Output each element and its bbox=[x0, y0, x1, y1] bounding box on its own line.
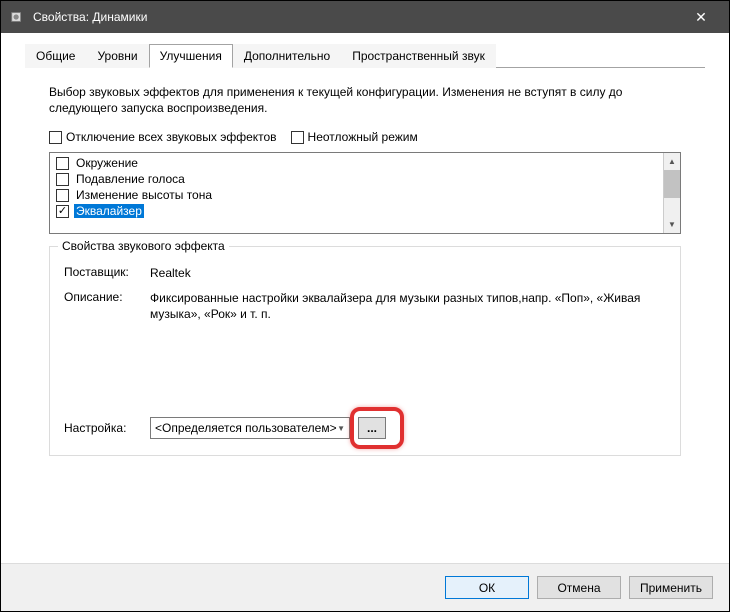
close-button[interactable]: ✕ bbox=[681, 1, 721, 33]
setting-label: Настройка: bbox=[64, 421, 150, 435]
enhancements-description: Выбор звуковых эффектов для применения к… bbox=[49, 84, 681, 116]
effect-pitch[interactable]: Изменение высоты тона bbox=[50, 187, 663, 203]
titlebar: Свойства: Динамики ✕ bbox=[1, 1, 729, 33]
scroll-track[interactable] bbox=[664, 170, 680, 216]
effect-equalizer[interactable]: Эквалайзер bbox=[50, 203, 663, 219]
tab-advanced[interactable]: Дополнительно bbox=[233, 44, 341, 68]
disable-all-effects-label: Отключение всех звуковых эффектов bbox=[66, 130, 277, 144]
scroll-down-button[interactable]: ▼ bbox=[664, 216, 680, 233]
effect-pitch-label: Изменение высоты тона bbox=[74, 188, 214, 202]
speaker-icon bbox=[9, 9, 25, 25]
effect-equalizer-checkbox[interactable] bbox=[56, 205, 69, 218]
disable-all-effects-checkbox[interactable] bbox=[49, 131, 62, 144]
chevron-down-icon: ▼ bbox=[337, 424, 345, 433]
effects-scrollbar[interactable]: ▲ ▼ bbox=[663, 153, 680, 233]
provider-label: Поставщик: bbox=[64, 265, 150, 281]
effect-voice-cancel-label: Подавление голоса bbox=[74, 172, 187, 186]
urgent-mode-checkbox[interactable] bbox=[291, 131, 304, 144]
tab-enhancements[interactable]: Улучшения bbox=[149, 44, 233, 68]
description-label: Описание: bbox=[64, 290, 150, 322]
effect-surround-label: Окружение bbox=[74, 156, 140, 170]
tab-levels[interactable]: Уровни bbox=[86, 44, 148, 68]
scroll-thumb[interactable] bbox=[664, 170, 680, 198]
tab-general[interactable]: Общие bbox=[25, 44, 86, 68]
groupbox-title: Свойства звукового эффекта bbox=[58, 239, 229, 253]
more-settings-button[interactable]: ... bbox=[358, 417, 386, 439]
provider-row: Поставщик: Realtek bbox=[64, 265, 666, 281]
setting-row: Настройка: <Определяется пользователем> … bbox=[64, 417, 666, 439]
content: Общие Уровни Улучшения Дополнительно Про… bbox=[1, 33, 729, 563]
urgent-mode[interactable]: Неотложный режим bbox=[291, 130, 418, 144]
window-title: Свойства: Динамики bbox=[33, 10, 681, 24]
effects-listbox[interactable]: Окружение Подавление голоса Изменение вы… bbox=[49, 152, 681, 234]
effect-pitch-checkbox[interactable] bbox=[56, 189, 69, 202]
ok-button[interactable]: ОК bbox=[445, 576, 529, 599]
dialog-button-bar: ОК Отмена Применить bbox=[1, 563, 729, 611]
tab-spatial[interactable]: Пространственный звук bbox=[341, 44, 496, 68]
effect-voice-cancel[interactable]: Подавление голоса bbox=[50, 171, 663, 187]
cancel-button[interactable]: Отмена bbox=[537, 576, 621, 599]
tab-strip: Общие Уровни Улучшения Дополнительно Про… bbox=[25, 43, 705, 68]
effect-equalizer-label: Эквалайзер bbox=[74, 204, 144, 218]
effects-items: Окружение Подавление голоса Изменение вы… bbox=[50, 153, 663, 233]
setting-dropdown[interactable]: <Определяется пользователем> ▼ bbox=[150, 417, 350, 439]
provider-value: Realtek bbox=[150, 265, 666, 281]
apply-button[interactable]: Применить bbox=[629, 576, 713, 599]
description-row: Описание: Фиксированные настройки эквала… bbox=[64, 290, 666, 322]
scroll-up-button[interactable]: ▲ bbox=[664, 153, 680, 170]
disable-all-effects[interactable]: Отключение всех звуковых эффектов bbox=[49, 130, 277, 144]
effect-surround-checkbox[interactable] bbox=[56, 157, 69, 170]
effect-voice-cancel-checkbox[interactable] bbox=[56, 173, 69, 186]
options-row: Отключение всех звуковых эффектов Неотло… bbox=[49, 130, 681, 144]
effect-surround[interactable]: Окружение bbox=[50, 155, 663, 171]
effect-properties-group: Свойства звукового эффекта Поставщик: Re… bbox=[49, 246, 681, 456]
description-value: Фиксированные настройки эквалайзера для … bbox=[150, 290, 666, 322]
urgent-mode-label: Неотложный режим bbox=[308, 130, 418, 144]
setting-dropdown-text: <Определяется пользователем> bbox=[155, 421, 337, 435]
